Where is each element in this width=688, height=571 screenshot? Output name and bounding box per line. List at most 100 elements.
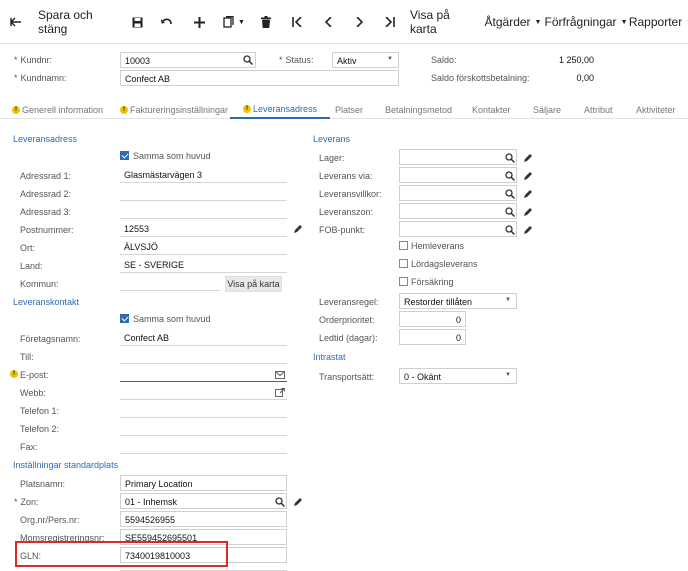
- pencil-icon[interactable]: [523, 171, 533, 181]
- prev-record-button[interactable]: [320, 0, 336, 44]
- contact-same-checkbox[interactable]: [120, 314, 129, 323]
- tab-activities[interactable]: Aktiviteter: [636, 100, 676, 119]
- to-field[interactable]: [120, 348, 287, 364]
- last-record-button[interactable]: [382, 0, 398, 44]
- saturday-delivery-checkbox[interactable]: [399, 259, 408, 268]
- tab-payment-method[interactable]: Betalningsmetod: [385, 100, 452, 119]
- tab-contacts[interactable]: Kontakter: [472, 100, 511, 119]
- fax-field[interactable]: [120, 438, 287, 454]
- chevron-down-icon: ▼: [238, 18, 245, 26]
- location-name-label: Platsnamn:: [20, 479, 66, 489]
- chevron-down-icon: ▼: [505, 372, 511, 378]
- customer-no-field[interactable]: 10003: [120, 52, 256, 68]
- copy-paste-button[interactable]: ▼: [222, 0, 246, 44]
- phone2-field[interactable]: [120, 420, 287, 436]
- customer-no-label: Kundnr:: [20, 55, 53, 65]
- pencil-icon[interactable]: [523, 153, 533, 163]
- chevron-down-icon: ▼: [505, 297, 511, 303]
- save-button[interactable]: [128, 0, 146, 44]
- search-icon[interactable]: [505, 225, 515, 235]
- warehouse-field[interactable]: [399, 149, 517, 165]
- add-button[interactable]: [190, 0, 208, 44]
- rule-value: Restorder tillåten: [404, 297, 473, 307]
- search-icon[interactable]: [505, 153, 515, 163]
- warning-icon: !: [120, 105, 128, 114]
- via-label: Leverans via:: [319, 171, 373, 181]
- contact-same-label: Samma som huvud: [133, 314, 211, 324]
- search-icon[interactable]: [243, 55, 253, 65]
- contact-section-title: Leveranskontakt: [13, 297, 80, 307]
- postal-label: Postnummer:: [20, 225, 74, 235]
- addr1-field[interactable]: Glasmästarvägen 3: [120, 167, 287, 183]
- reports-menu[interactable]: Rapporter▼: [629, 0, 688, 44]
- inquiries-menu[interactable]: Förfrågningar ▼: [545, 0, 628, 44]
- tab-attributes[interactable]: Attribut: [584, 100, 613, 119]
- phone1-field[interactable]: [120, 402, 287, 418]
- delivery-zone-field[interactable]: [399, 203, 517, 219]
- search-icon[interactable]: [505, 207, 515, 217]
- undo-button[interactable]: [158, 0, 176, 44]
- delivery-zone-label: Leveranszon:: [319, 207, 374, 217]
- transport-dropdown[interactable]: 0 - Okänt ▼: [399, 368, 517, 384]
- tab-invoicing[interactable]: ! Faktureringsinställningar: [120, 100, 228, 119]
- tab-salespersons[interactable]: Säljare: [533, 100, 561, 119]
- rule-label: Leveransregel:: [319, 297, 379, 307]
- delete-button[interactable]: [257, 0, 275, 44]
- email-field[interactable]: [120, 366, 287, 382]
- priority-label: Orderprioritet:: [319, 315, 375, 325]
- inquiries-label: Förfrågningar: [544, 15, 617, 29]
- addr2-field[interactable]: [120, 185, 287, 201]
- back-button[interactable]: [6, 0, 26, 44]
- rule-dropdown[interactable]: Restorder tillåten ▼: [399, 293, 517, 309]
- org-field[interactable]: 5594526955: [120, 511, 287, 527]
- mail-icon[interactable]: [275, 370, 285, 380]
- web-field[interactable]: [120, 384, 287, 400]
- location-section-title: Inställningar standardplats: [13, 460, 119, 470]
- pencil-icon[interactable]: [523, 189, 533, 199]
- external-link-icon[interactable]: [275, 388, 285, 398]
- via-field[interactable]: [399, 167, 517, 183]
- home-delivery-checkbox[interactable]: [399, 241, 408, 250]
- tab-locations[interactable]: Platser: [335, 100, 363, 119]
- save-close-button[interactable]: Spara och stäng: [38, 0, 116, 44]
- pencil-icon[interactable]: [523, 207, 533, 217]
- status-dropdown[interactable]: Aktiv ▼: [332, 52, 399, 68]
- terms-field[interactable]: [399, 185, 517, 201]
- location-name-field[interactable]: Primary Location: [120, 475, 287, 491]
- actions-menu[interactable]: Åtgärder ▼: [485, 0, 542, 44]
- tab-general[interactable]: ! Generell information: [12, 100, 103, 119]
- search-icon[interactable]: [275, 497, 285, 507]
- pencil-icon[interactable]: [293, 224, 303, 234]
- country-field[interactable]: SE - SVERIGE: [120, 257, 287, 273]
- tab-delivery-address[interactable]: ! Leveransadress: [230, 100, 331, 119]
- reports-label: Rapporter: [628, 15, 683, 29]
- zone-field[interactable]: 01 - Inhemsk: [120, 493, 287, 509]
- status-label: Status:: [285, 55, 314, 65]
- priority-field[interactable]: 0: [399, 311, 466, 327]
- city-field[interactable]: ÄLVSJÖ: [120, 239, 287, 255]
- gln-highlight-box: [15, 541, 228, 567]
- next-record-button[interactable]: [351, 0, 367, 44]
- first-icon: [292, 17, 302, 27]
- search-icon[interactable]: [505, 189, 515, 199]
- postal-field[interactable]: 12553: [120, 221, 287, 237]
- address-same-checkbox[interactable]: [120, 151, 129, 160]
- insurance-checkbox[interactable]: [399, 277, 408, 286]
- addr3-field[interactable]: [120, 203, 287, 219]
- company-field[interactable]: Confect AB: [120, 330, 287, 346]
- pencil-icon[interactable]: [293, 497, 303, 507]
- county-field[interactable]: [120, 275, 220, 291]
- show-map-button[interactable]: Visa på karta: [410, 0, 476, 44]
- leadtime-field[interactable]: 0: [399, 329, 466, 345]
- customer-name-field[interactable]: Confect AB: [120, 70, 399, 86]
- warehouse-label: Lager:: [319, 153, 345, 163]
- city-label: Ort:: [20, 243, 35, 253]
- saturday-delivery-label: Lördagsleverans: [411, 259, 478, 269]
- search-icon[interactable]: [505, 171, 515, 181]
- tab-delivery-address-label: Leveransadress: [253, 103, 318, 114]
- phone1-label: Telefon 1:: [20, 406, 60, 416]
- fob-field[interactable]: [399, 221, 517, 237]
- pencil-icon[interactable]: [523, 225, 533, 235]
- first-record-button[interactable]: [289, 0, 305, 44]
- show-map-inline-button[interactable]: Visa på karta: [225, 276, 282, 292]
